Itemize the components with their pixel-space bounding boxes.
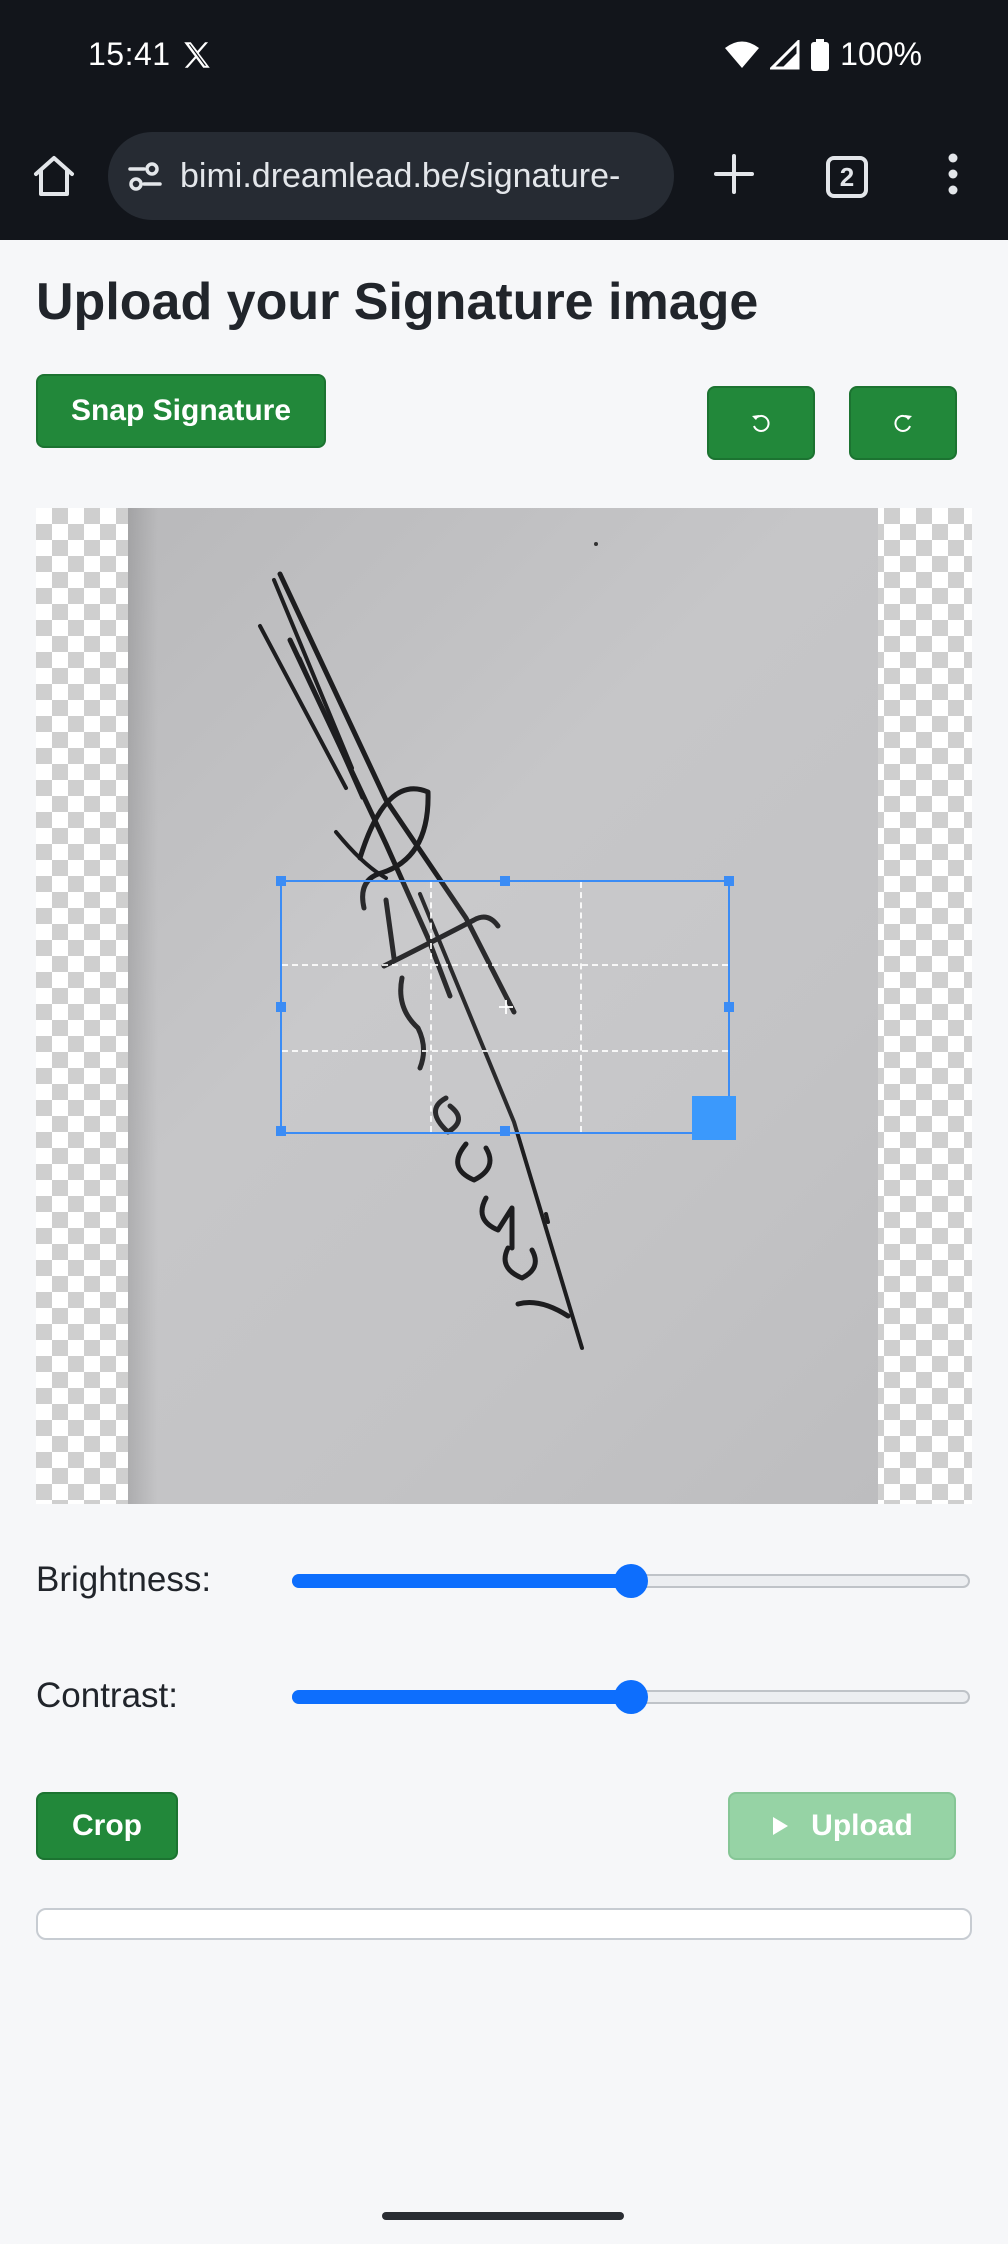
crop-handle-s[interactable] bbox=[500, 1126, 510, 1136]
page-title: Upload your Signature image bbox=[36, 273, 759, 331]
url-text[interactable]: bimi.dreamlead.be/signature- bbox=[180, 157, 620, 196]
crop-handle-se[interactable] bbox=[692, 1096, 736, 1140]
crop-handle-nw[interactable] bbox=[276, 876, 286, 886]
crop-guide-horizontal bbox=[282, 964, 728, 966]
site-settings-icon[interactable] bbox=[126, 157, 164, 195]
gesture-navigation-bar[interactable] bbox=[382, 2212, 624, 2220]
status-right: 100% bbox=[724, 36, 922, 73]
crop-guide-horizontal bbox=[282, 1050, 728, 1052]
rotate-right-icon bbox=[894, 414, 912, 432]
crop-handle-sw[interactable] bbox=[276, 1126, 286, 1136]
brightness-label: Brightness: bbox=[36, 1560, 212, 1599]
status-bar: 15:41 100% bbox=[0, 0, 1008, 120]
status-time: 15:41 bbox=[88, 36, 171, 72]
rotate-left-icon bbox=[752, 414, 770, 432]
upload-button-label: Upload bbox=[811, 1809, 913, 1842]
rotate-right-button[interactable] bbox=[849, 386, 957, 460]
address-bar[interactable]: bimi.dreamlead.be/signature- bbox=[108, 132, 674, 220]
snap-signature-button[interactable]: Snap Signature bbox=[36, 374, 326, 448]
contrast-slider-fill bbox=[292, 1690, 629, 1704]
rotate-left-button[interactable] bbox=[707, 386, 815, 460]
tab-count: 2 bbox=[839, 161, 855, 192]
battery-icon bbox=[811, 38, 830, 71]
contrast-label: Contrast: bbox=[36, 1676, 178, 1715]
crop-guide-vertical bbox=[430, 882, 432, 1132]
wifi-icon bbox=[725, 41, 760, 68]
contrast-slider[interactable] bbox=[292, 1680, 970, 1714]
brightness-slider-thumb[interactable] bbox=[614, 1564, 648, 1598]
upload-button[interactable]: Upload bbox=[728, 1792, 956, 1860]
battery-percent: 100% bbox=[840, 36, 922, 72]
brightness-slider-fill bbox=[292, 1574, 629, 1588]
crop-guide-vertical bbox=[580, 882, 582, 1132]
crop-handle-e[interactable] bbox=[724, 1002, 734, 1012]
crop-handle-w[interactable] bbox=[276, 1002, 286, 1012]
x-app-icon bbox=[184, 42, 210, 68]
crop-selection-box[interactable] bbox=[276, 876, 736, 1140]
brightness-slider[interactable] bbox=[292, 1564, 970, 1598]
crop-center-marker bbox=[499, 1000, 513, 1014]
more-vert-icon[interactable] bbox=[946, 152, 960, 196]
play-icon bbox=[773, 1817, 789, 1835]
contrast-slider-thumb[interactable] bbox=[614, 1680, 648, 1714]
crop-handle-n[interactable] bbox=[500, 876, 510, 886]
tab-switcher-button[interactable]: 2 bbox=[826, 156, 868, 198]
signal-icon bbox=[770, 39, 800, 69]
crop-button[interactable]: Crop bbox=[36, 1792, 178, 1860]
crop-handle-ne[interactable] bbox=[724, 876, 734, 886]
plus-icon[interactable] bbox=[712, 152, 756, 196]
home-icon[interactable] bbox=[30, 152, 78, 200]
image-cropper[interactable] bbox=[36, 508, 972, 1504]
upload-progress-bar bbox=[36, 1908, 972, 1940]
